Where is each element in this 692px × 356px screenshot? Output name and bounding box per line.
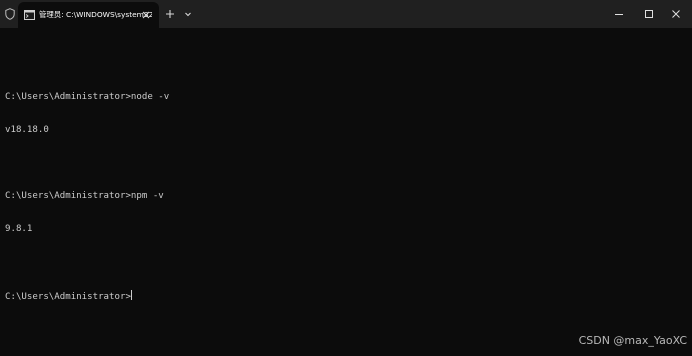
chevron-down-icon[interactable] bbox=[182, 8, 194, 20]
minimize-icon[interactable] bbox=[611, 6, 627, 22]
text-cursor bbox=[130, 290, 132, 300]
terminal-output[interactable]: C:\Users\Administrator>node -v v18.18.0 … bbox=[5, 37, 685, 323]
shield-icon bbox=[5, 8, 15, 20]
terminal-icon bbox=[24, 10, 35, 20]
terminal-line: v18.18.0 bbox=[5, 125, 49, 135]
terminal-line: C:\Users\Administrator>npm -v bbox=[5, 191, 164, 201]
close-icon[interactable] bbox=[668, 6, 684, 22]
watermark: CSDN @max_YaoXC bbox=[578, 334, 687, 347]
tab-cmd[interactable]: 管理员: C:\WINDOWS\system32\cmd.exe bbox=[18, 2, 159, 28]
maximize-icon[interactable] bbox=[641, 6, 657, 22]
close-icon[interactable] bbox=[140, 9, 152, 21]
prompt-line[interactable]: C:\Users\Administrator> bbox=[5, 290, 685, 302]
terminal-line: 9.8.1 bbox=[5, 224, 33, 234]
title-bar[interactable]: 管理员: C:\WINDOWS\system32\cmd.exe bbox=[0, 0, 692, 28]
plus-icon[interactable] bbox=[164, 8, 176, 20]
prompt: C:\Users\Administrator> bbox=[5, 292, 131, 302]
terminal-window: 管理员: C:\WINDOWS\system32\cmd.exe C:\User… bbox=[0, 0, 692, 356]
tab-title: 管理员: C:\WINDOWS\system32\cmd.exe bbox=[39, 10, 152, 19]
terminal-line: C:\Users\Administrator>node -v bbox=[5, 92, 170, 102]
